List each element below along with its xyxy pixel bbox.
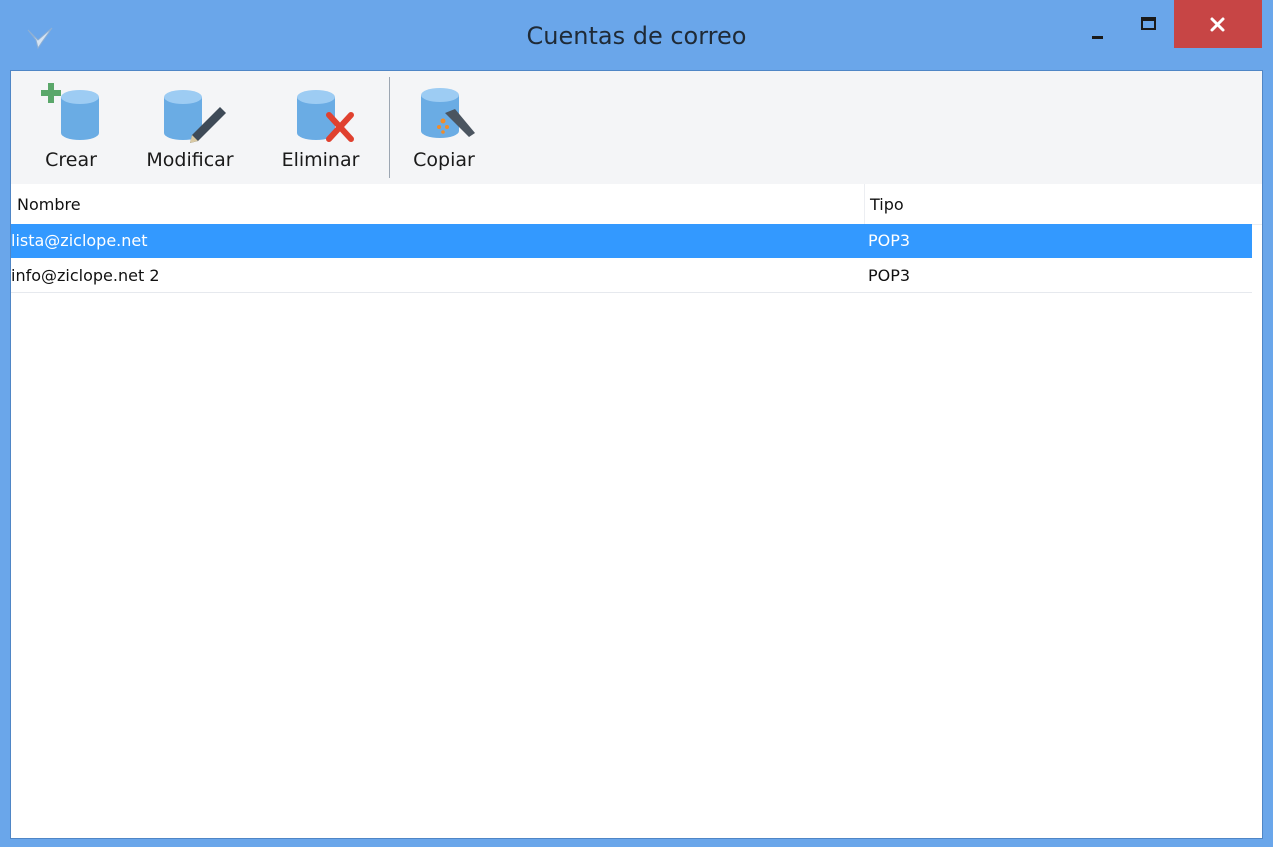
modify-button[interactable]: Modificar: [135, 71, 245, 184]
list-header: Nombre Tipo: [11, 184, 1262, 225]
close-button[interactable]: [1174, 0, 1262, 48]
table-row[interactable]: info@ziclope.net 2 POP3: [11, 259, 1252, 293]
database-delete-icon: [297, 90, 354, 142]
account-name: lista@ziclope.net: [11, 231, 148, 250]
close-icon: [1210, 17, 1225, 32]
account-type: POP3: [868, 266, 911, 285]
account-name: info@ziclope.net 2: [11, 266, 160, 285]
account-type: POP3: [868, 231, 911, 250]
maximize-icon: [1141, 17, 1156, 30]
client-area: Crear Modificar Eliminar Copiar Nombre T…: [10, 70, 1263, 839]
toolbar-separator: [389, 77, 390, 178]
column-header-tipo[interactable]: Tipo: [870, 195, 904, 214]
copy-button[interactable]: Copiar: [399, 71, 489, 184]
minimize-button[interactable]: [1076, 0, 1122, 50]
create-button[interactable]: Crear: [31, 71, 111, 184]
accounts-list[interactable]: Nombre Tipo lista@ziclope.net POP3 info@…: [11, 184, 1262, 838]
database-add-icon: [41, 83, 99, 140]
database-edit-icon: [164, 90, 226, 143]
mail-accounts-window: Cuentas de correo Crear Modificar Elimin…: [0, 0, 1273, 847]
database-copy-icon: [421, 88, 475, 138]
minimize-icon: [1092, 36, 1103, 39]
column-divider[interactable]: [864, 184, 865, 224]
toolbar: Crear Modificar Eliminar Copiar: [11, 71, 1262, 185]
delete-label: Eliminar: [281, 149, 360, 171]
copy-label: Copiar: [413, 149, 475, 171]
title-bar[interactable]: Cuentas de correo: [0, 0, 1273, 70]
maximize-button[interactable]: [1124, 0, 1170, 50]
column-header-nombre[interactable]: Nombre: [17, 195, 81, 214]
delete-button[interactable]: Eliminar: [273, 71, 368, 184]
table-row[interactable]: lista@ziclope.net POP3: [11, 224, 1252, 258]
create-label: Crear: [45, 149, 97, 171]
modify-label: Modificar: [146, 149, 234, 171]
